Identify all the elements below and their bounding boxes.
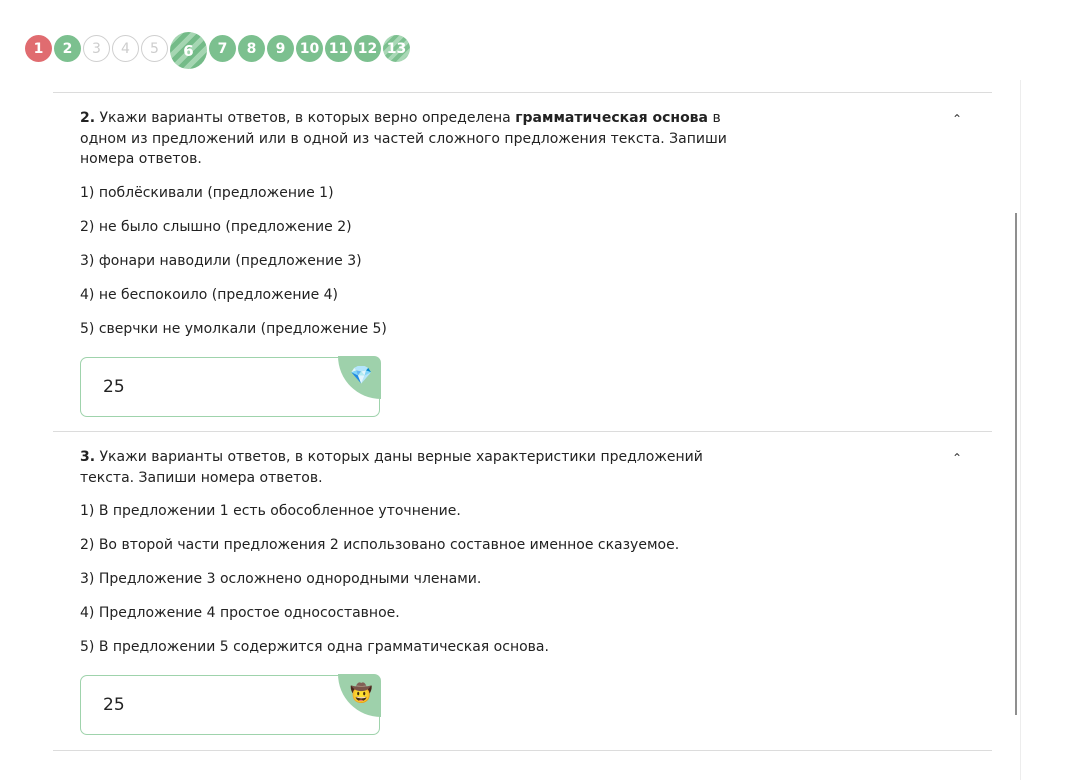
step-12[interactable]: 12 [354, 35, 381, 62]
step-6-current[interactable]: 6 [170, 32, 207, 69]
question-2-text: 2. Укажи варианты ответов, в которых вер… [80, 108, 730, 170]
step-3[interactable]: 3 [83, 35, 110, 62]
option-item: 4) Предложение 4 простое односоставное. [80, 605, 400, 621]
cowboy-face-icon: 🤠 [350, 683, 373, 704]
chevron-up-icon[interactable]: ⌃ [952, 451, 962, 465]
option-item: 2) Во второй части предложения 2 использ… [80, 537, 680, 553]
step-4[interactable]: 4 [112, 35, 139, 62]
option-item: 3) Предложение 3 осложнено однородными ч… [80, 571, 482, 587]
option-item: 1) поблёскивали (предложение 1) [80, 184, 334, 201]
option-item: 5) сверчки не умолкали (предложение 5) [80, 320, 387, 337]
step-8[interactable]: 8 [238, 35, 265, 62]
option-item: 2) не было слышно (предложение 2) [80, 218, 352, 235]
divider [53, 431, 992, 432]
question-number: 2. [80, 110, 96, 126]
answer-value: 25 [103, 376, 125, 397]
answer-value: 25 [103, 695, 125, 715]
question-3-text: 3. Укажи варианты ответов, в которых дан… [80, 447, 740, 488]
gem-icon: 💎 [350, 364, 373, 386]
options-list: 1) В предложении 1 есть обособленное уто… [80, 501, 980, 671]
options-list: 1) поблёскивали (предложение 1) 2) не бы… [80, 183, 980, 353]
option-item: 3) фонари наводили (предложение 3) [80, 252, 362, 269]
chevron-up-icon[interactable]: ⌃ [952, 112, 962, 126]
answer-field[interactable]: 25 🤠 [80, 674, 381, 735]
result-badge: 🤠 [338, 674, 381, 717]
divider [53, 750, 992, 751]
question-number: 3. [80, 449, 96, 465]
answer-field[interactable]: 25 💎 [80, 355, 381, 417]
step-7[interactable]: 7 [209, 35, 236, 62]
step-11[interactable]: 11 [325, 35, 352, 62]
step-5[interactable]: 5 [141, 35, 168, 62]
option-item: 5) В предложении 5 содержится одна грамм… [80, 639, 549, 655]
option-item: 1) В предложении 1 есть обособленное уто… [80, 503, 461, 519]
step-13[interactable]: 13 [383, 35, 410, 62]
option-item: 4) не беспокоило (предложение 4) [80, 286, 339, 303]
step-1[interactable]: 1 [25, 35, 52, 62]
question-keyword: грамматическая основа [515, 110, 708, 126]
step-10[interactable]: 10 [296, 35, 323, 62]
question-text-part: Укажи варианты ответов, в которых даны в… [80, 449, 703, 486]
question-2: 2. Укажи варианты ответов, в которых вер… [80, 108, 980, 417]
question-text-part: Укажи варианты ответов, в которых верно … [99, 110, 511, 126]
divider [53, 92, 992, 93]
scrollbar[interactable] [1015, 213, 1017, 715]
step-9[interactable]: 9 [267, 35, 294, 62]
result-badge: 💎 [338, 355, 381, 399]
step-2[interactable]: 2 [54, 35, 81, 62]
question-3: 3. Укажи варианты ответов, в которых дан… [80, 447, 980, 735]
